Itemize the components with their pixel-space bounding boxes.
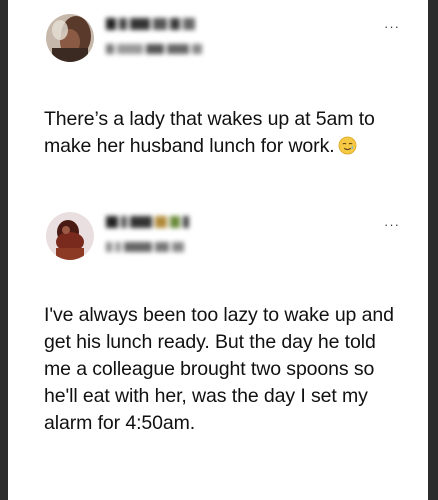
post-text-content: I've always been too lazy to wake up and…	[44, 304, 394, 434]
post-text: I've always been too lazy to wake up and…	[44, 302, 404, 437]
post-text: There’s a lady that wakes up at 5am to m…	[44, 106, 384, 160]
post-text-content: There’s a lady that wakes up at 5am to m…	[44, 108, 375, 157]
post-1: ··· There’s a lady that wakes up at 5am …	[8, 0, 428, 198]
more-options-icon[interactable]: ···	[384, 218, 400, 231]
avatar[interactable]	[46, 212, 94, 260]
post-2: ··· I've always been too lazy to wake up…	[8, 198, 428, 500]
avatar[interactable]	[46, 14, 94, 62]
username-handle[interactable]	[106, 44, 226, 54]
screenshot-frame: ··· There’s a lady that wakes up at 5am …	[8, 0, 428, 500]
more-options-icon[interactable]: ···	[384, 20, 400, 33]
tear-smile-emoji-icon	[338, 136, 356, 155]
username-handle[interactable]	[106, 242, 236, 252]
display-name[interactable]	[106, 216, 246, 228]
display-name[interactable]	[106, 18, 216, 30]
